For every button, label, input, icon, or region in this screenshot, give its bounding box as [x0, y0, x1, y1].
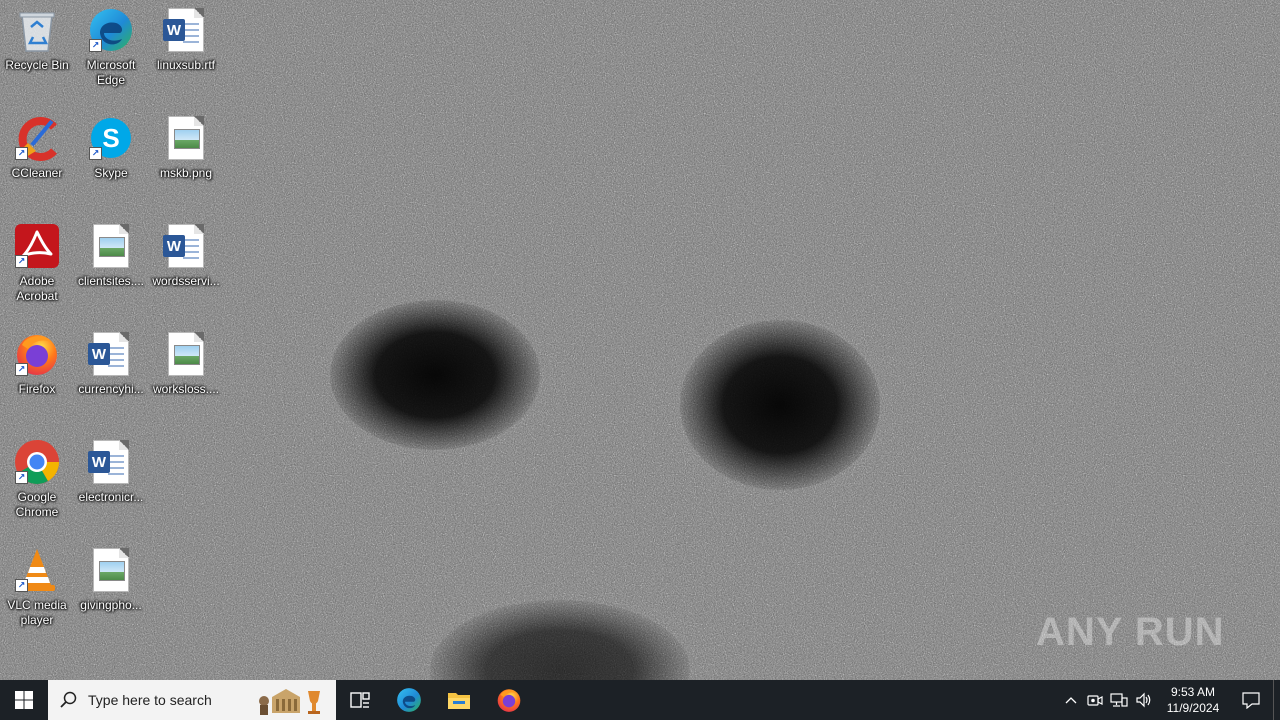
edge-icon: ↗: [87, 6, 135, 54]
image-file-icon: [87, 222, 135, 270]
desktop-icon-label: VLC media player: [7, 598, 67, 627]
skype-icon: S ↗: [87, 114, 135, 162]
shortcut-arrow-icon: ↗: [15, 255, 28, 268]
desktop-icon-label: CCleaner: [11, 166, 63, 180]
desktop-icon-electronicr[interactable]: W electronicr...: [74, 438, 148, 505]
firefox-icon: ↗: [13, 330, 61, 378]
wallpaper-dark-spot: [680, 320, 880, 490]
chevron-up-icon: [1065, 697, 1077, 704]
meet-now-icon: [1087, 695, 1103, 706]
svg-text:S: S: [102, 123, 119, 153]
shortcut-arrow-icon: ↗: [15, 471, 28, 484]
shortcut-arrow-icon: ↗: [15, 147, 28, 160]
vlc-icon: ↗: [13, 546, 61, 594]
windows-logo-icon: [15, 691, 33, 709]
recycle-bin-icon: [13, 6, 61, 54]
desktop-icon-givingpho[interactable]: givingpho...: [74, 546, 148, 613]
desktop-icon-label: electronicr...: [78, 490, 144, 504]
chrome-icon: ↗: [13, 438, 61, 486]
desktop-icon-label: givingpho...: [80, 598, 142, 612]
action-center-button[interactable]: [1229, 680, 1273, 720]
show-desktop-button[interactable]: [1273, 680, 1280, 720]
tray-meet-now-button[interactable]: [1083, 680, 1107, 720]
desktop-icon-worksloss[interactable]: worksloss....: [149, 330, 223, 397]
desktop-icon-label: Skype: [94, 166, 128, 180]
firefox-icon: [497, 689, 521, 712]
desktop-icon-clientsites[interactable]: clientsites....: [74, 222, 148, 289]
tray-network-button[interactable]: [1107, 680, 1131, 720]
edge-icon: [397, 688, 421, 712]
image-file-icon: [87, 546, 135, 594]
search-placeholder: Type here to search: [88, 692, 212, 708]
task-view-button[interactable]: [336, 680, 384, 720]
desktop-icon-label: clientsites....: [77, 274, 145, 288]
desktop-icon-ccleaner[interactable]: ↗ CCleaner: [0, 114, 74, 181]
shortcut-arrow-icon: ↗: [89, 39, 102, 52]
taskbar-file-explorer-button[interactable]: [434, 680, 484, 720]
word-document-icon: W: [87, 330, 135, 378]
speaker-icon: [1136, 692, 1151, 708]
search-icon: [60, 691, 77, 708]
anyrun-watermark: ANY RUN: [1036, 610, 1225, 654]
start-button[interactable]: [0, 680, 48, 720]
acrobat-icon: ↗: [13, 222, 61, 270]
word-document-icon: W: [87, 438, 135, 486]
search-highlight-icon: [256, 683, 332, 717]
desktop-icon-microsoft-edge[interactable]: ↗ Microsoft Edge: [74, 6, 148, 88]
desktop-icon-google-chrome[interactable]: ↗ Google Chrome: [0, 438, 74, 520]
desktop-icon-firefox[interactable]: ↗ Firefox: [0, 330, 74, 397]
desktop-icon-label: Adobe Acrobat: [16, 274, 58, 303]
shortcut-arrow-icon: ↗: [15, 363, 28, 376]
tray-volume-button[interactable]: [1131, 680, 1157, 720]
desktop-icon-adobe-acrobat[interactable]: ↗ Adobe Acrobat: [0, 222, 74, 304]
taskbar: Type here to search 9:53 AM 11/9/2024: [0, 680, 1280, 720]
word-document-icon: W: [162, 222, 210, 270]
desktop-icon-label: Firefox: [18, 382, 56, 396]
image-file-icon: [162, 114, 210, 162]
desktop-icon-mskb[interactable]: mskb.png: [149, 114, 223, 181]
shortcut-arrow-icon: ↗: [15, 579, 28, 592]
taskbar-clock[interactable]: 9:53 AM 11/9/2024: [1157, 680, 1229, 720]
clock-date: 11/9/2024: [1166, 701, 1220, 715]
desktop-icon-recycle-bin[interactable]: Recycle Bin: [0, 6, 74, 73]
desktop-icon-label: Recycle Bin: [5, 58, 69, 72]
clock-time: 9:53 AM: [1170, 685, 1216, 699]
network-icon: [1110, 693, 1128, 707]
desktop-icon-label: Google Chrome: [15, 490, 59, 519]
desktop-icon-vlc[interactable]: ↗ VLC media player: [0, 546, 74, 628]
desktop-icon-skype[interactable]: S ↗ Skype: [74, 114, 148, 181]
desktop-icon-wordsservi[interactable]: W wordsservi...: [149, 222, 223, 289]
desktop-icon-label: mskb.png: [159, 166, 213, 180]
notification-icon: [1242, 692, 1260, 709]
wallpaper-dark-spot: [330, 300, 540, 450]
image-file-icon: [162, 330, 210, 378]
ccleaner-icon: ↗: [13, 114, 61, 162]
desktop-icon-label: currencyhi...: [78, 382, 144, 396]
shortcut-arrow-icon: ↗: [89, 147, 102, 160]
taskbar-search-box[interactable]: Type here to search: [48, 680, 336, 720]
desktop-icon-linuxsub[interactable]: W linuxsub.rtf: [149, 6, 223, 73]
task-view-icon: [350, 692, 370, 708]
taskbar-edge-button[interactable]: [384, 680, 434, 720]
desktop-icon-label: linuxsub.rtf: [156, 58, 216, 72]
word-document-icon: W: [162, 6, 210, 54]
show-hidden-icons-button[interactable]: [1059, 680, 1083, 720]
desktop-icon-currencyhi[interactable]: W currencyhi...: [74, 330, 148, 397]
file-explorer-icon: [448, 693, 470, 709]
desktop: Recycle Bin ↗ CCleaner ↗ Adobe Acrobat ↗…: [0, 0, 1280, 680]
desktop-icon-label: worksloss....: [152, 382, 219, 396]
desktop-icon-label: wordsservi...: [152, 274, 220, 288]
desktop-icon-label: Microsoft Edge: [86, 58, 136, 87]
taskbar-firefox-button[interactable]: [484, 680, 534, 720]
